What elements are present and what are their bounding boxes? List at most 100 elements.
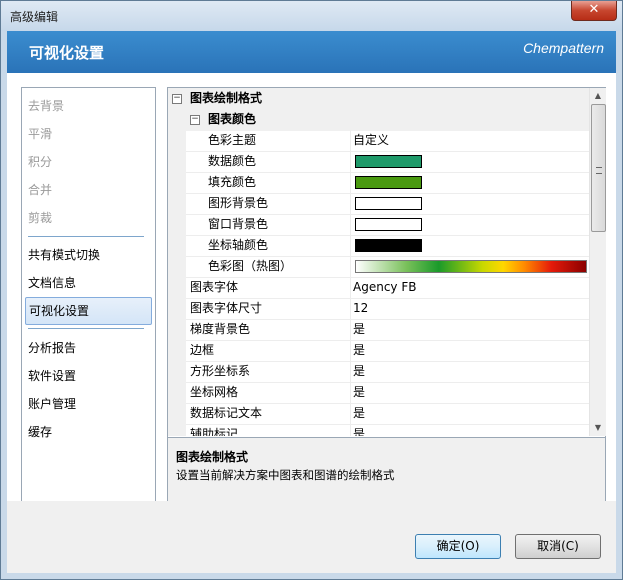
property-value[interactable]: 是 [350,424,589,436]
advanced-edit-dialog: 高级编辑 ✕ 可视化设置 Chempattern 去背景 平滑 积分 合并 剪裁… [0,0,623,580]
property-row[interactable]: 辅助标记 是 [168,424,589,436]
row-gutter [168,130,186,151]
property-row[interactable]: 数据标记文本 是 [168,403,589,425]
property-row[interactable]: 图表字体尺寸 12 [168,298,589,320]
property-row[interactable]: 图表字体 Agency FB [168,277,589,299]
property-name: 梯度背景色 [190,322,251,336]
property-row[interactable]: 方形坐标系 是 [168,361,589,383]
heatmap-gradient[interactable] [355,260,587,273]
property-row[interactable]: − 图表绘制格式 [168,88,589,110]
nav-item-shared-mode[interactable]: 共有模式切换 [28,243,150,267]
scroll-thumb[interactable] [591,104,606,232]
property-value[interactable]: 12 [350,298,589,319]
row-gutter [168,277,186,298]
nav-item-document-info[interactable]: 文档信息 [28,271,150,295]
color-swatch[interactable] [355,218,422,231]
color-swatch[interactable] [355,197,422,210]
collapse-icon[interactable]: − [190,115,200,125]
row-gutter [168,256,186,277]
brand-logo: Chempattern [523,40,604,56]
scroll-up-icon[interactable]: ▲ [590,88,606,104]
color-swatch[interactable] [355,155,422,168]
row-gutter [168,403,186,424]
collapse-icon[interactable]: − [172,94,182,104]
nav-item-crop: 剪裁 [28,211,53,225]
nav-divider [28,328,144,329]
property-row[interactable]: 数据颜色 [168,151,589,173]
nav-item-analysis-report[interactable]: 分析报告 [28,336,150,360]
property-value-text: 是 [353,322,366,336]
property-name: 窗口背景色 [208,217,269,231]
property-name: 辅助标记 [190,427,239,436]
property-value[interactable]: 是 [350,319,589,340]
color-swatch[interactable] [355,239,422,252]
close-button[interactable]: ✕ [571,1,617,21]
page-title: 可视化设置 [29,44,105,62]
property-name: 图形背景色 [208,196,269,210]
category-fill [350,109,588,130]
property-row[interactable]: − 图表颜色 [168,109,589,131]
close-icon: ✕ [588,2,600,17]
property-value[interactable] [350,172,589,193]
property-value-text: 是 [353,427,366,436]
property-value[interactable] [350,151,589,172]
property-row[interactable]: 坐标网格 是 [168,382,589,404]
property-name: 方形坐标系 [190,364,251,378]
property-value[interactable] [350,235,589,256]
property-row[interactable]: 填充颜色 [168,172,589,194]
property-value[interactable] [350,214,589,235]
property-value[interactable]: 是 [350,403,589,424]
property-row[interactable]: 窗口背景色 [168,214,589,236]
ok-button[interactable]: 确定(O) [415,534,501,559]
nav-item-software-settings[interactable]: 软件设置 [28,364,150,388]
property-value-text: Agency FB [353,280,417,294]
property-grid: − 图表绘制格式 − 图表颜色 色彩主题 自定义 数据颜色 填充颜色 图形背景色 窗口背景色 坐标轴… [168,88,589,436]
row-gutter [168,235,186,256]
property-row[interactable]: 色彩主题 自定义 [168,130,589,152]
button-bar: 确定(O) 取消(C) [7,501,616,573]
property-value-text: 是 [353,385,366,399]
row-gutter [168,214,186,235]
property-value[interactable]: Agency FB [350,277,589,298]
property-value[interactable]: 是 [350,361,589,382]
property-value[interactable] [350,256,589,277]
description-title: 图表绘制格式 [176,450,249,464]
cancel-button[interactable]: 取消(C) [515,534,601,559]
row-gutter [168,109,186,130]
property-row[interactable]: 梯度背景色 是 [168,319,589,341]
property-value-text: 自定义 [353,133,390,147]
property-name: 数据颜色 [208,154,257,168]
row-gutter [168,151,186,172]
property-row[interactable]: 色彩图（热图） [168,256,589,278]
row-gutter [168,298,186,319]
property-value-text: 是 [353,343,366,357]
property-name: 坐标轴颜色 [208,238,269,252]
property-value[interactable]: 是 [350,340,589,361]
property-row[interactable]: 坐标轴颜色 [168,235,589,257]
property-name: 色彩图（热图） [208,259,293,273]
nav-item-smooth: 平滑 [28,127,53,141]
property-row[interactable]: 边框 是 [168,340,589,362]
row-gutter [168,382,186,403]
scroll-down-icon[interactable]: ▼ [590,420,606,436]
nav-item-visualization[interactable]: 可视化设置 [25,297,152,325]
property-panel: − 图表绘制格式 − 图表颜色 色彩主题 自定义 数据颜色 填充颜色 图形背景色 窗口背景色 坐标轴… [167,87,606,507]
nav-item-remove-background: 去背景 [28,99,65,113]
description-text: 设置当前解决方案中图表和图谱的绘制格式 [176,468,395,482]
property-value[interactable] [350,193,589,214]
window-title: 高级编辑 [10,10,59,24]
category-fill [350,88,588,109]
nav-item-integrate: 积分 [28,155,53,169]
nav-item-account[interactable]: 账户管理 [28,392,150,416]
property-name: 图表绘制格式 [190,91,263,105]
property-name: 填充颜色 [208,175,257,189]
property-value[interactable]: 是 [350,382,589,403]
property-value[interactable]: 自定义 [350,130,589,151]
row-gutter [168,361,186,382]
property-scrollbar[interactable]: ▲ ▼ [589,88,606,436]
property-row[interactable]: 图形背景色 [168,193,589,215]
property-name: 坐标网格 [190,385,239,399]
color-swatch[interactable] [355,176,422,189]
nav-item-cache[interactable]: 缓存 [28,420,150,444]
description-pane: 图表绘制格式 设置当前解决方案中图表和图谱的绘制格式 [168,437,605,507]
